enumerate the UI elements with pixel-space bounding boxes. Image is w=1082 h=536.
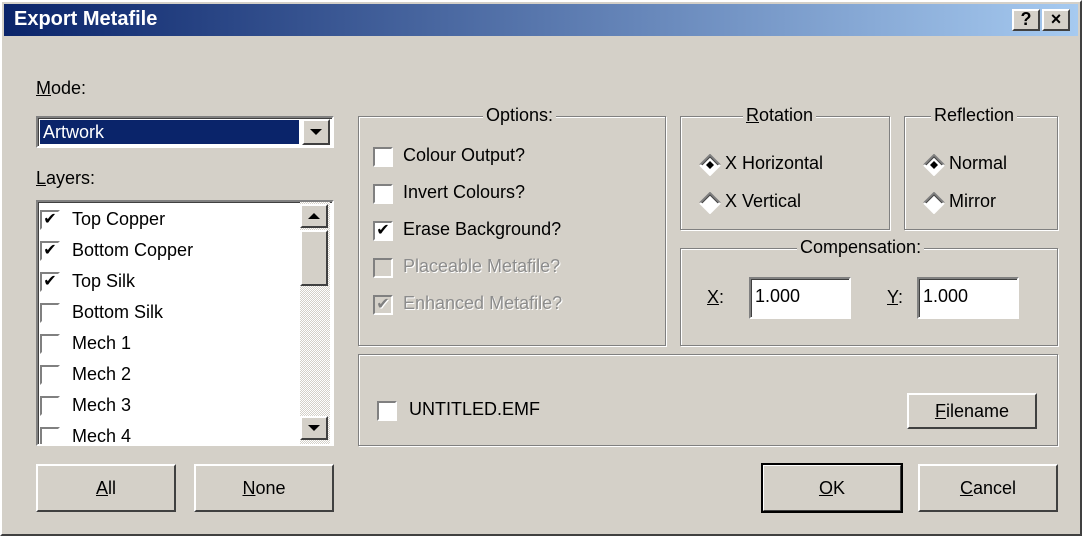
radio-label: X Horizontal bbox=[725, 153, 824, 173]
options-title: Options: bbox=[483, 105, 557, 126]
layer-label: Top Copper bbox=[72, 209, 166, 229]
layers-label: Layers: bbox=[36, 168, 96, 188]
all-button[interactable]: All bbox=[36, 464, 176, 512]
filename-button-label: Filename bbox=[934, 400, 1010, 421]
ok-button[interactable]: OK bbox=[761, 463, 903, 513]
layer-label: Bottom Silk bbox=[72, 302, 164, 322]
x-label: X: bbox=[707, 287, 725, 307]
y-input-value: 1.000 bbox=[923, 286, 969, 306]
cancel-button[interactable]: Cancel bbox=[918, 464, 1058, 512]
radio-button[interactable] bbox=[923, 153, 945, 177]
layer-item[interactable]: Mech 1 bbox=[40, 328, 131, 359]
option-checkbox[interactable]: ✔ bbox=[373, 221, 393, 241]
layer-checkbox[interactable] bbox=[40, 333, 60, 354]
layer-checkbox[interactable]: ✔ bbox=[40, 209, 60, 230]
filename-button[interactable]: Filename bbox=[907, 393, 1037, 429]
radio-label: Normal bbox=[949, 153, 1008, 173]
x-input[interactable]: 1.000 bbox=[749, 277, 851, 319]
layer-item[interactable]: Mech 4 bbox=[40, 421, 131, 444]
option-label: Colour Output? bbox=[403, 145, 526, 165]
option-checkbox[interactable] bbox=[373, 147, 393, 167]
layer-label: Mech 1 bbox=[72, 333, 132, 353]
layer-item[interactable]: ✔ Bottom Copper bbox=[40, 235, 193, 266]
layer-label: Top Silk bbox=[72, 271, 136, 291]
mode-label: Mode: bbox=[36, 78, 87, 98]
option-checkbox bbox=[373, 258, 393, 278]
y-label: Y: bbox=[887, 287, 904, 307]
layer-label: Mech 4 bbox=[72, 426, 132, 444]
mode-selected-value: Artwork bbox=[40, 120, 299, 144]
title-bar[interactable]: Export Metafile ? × bbox=[4, 4, 1078, 36]
scroll-down-button[interactable] bbox=[300, 416, 328, 440]
reflection-group: Reflection Normal Mirror bbox=[904, 105, 1058, 230]
option-checkbox[interactable] bbox=[373, 184, 393, 204]
layer-label: Mech 3 bbox=[72, 395, 132, 415]
layer-checkbox[interactable] bbox=[40, 426, 60, 444]
arrow-down-icon bbox=[308, 425, 320, 431]
layer-checkbox[interactable] bbox=[40, 395, 60, 416]
layer-label: Mech 2 bbox=[72, 364, 132, 384]
layer-checkbox[interactable]: ✔ bbox=[40, 240, 60, 261]
radio-button[interactable] bbox=[699, 191, 721, 215]
none-button[interactable]: None bbox=[194, 464, 334, 512]
radio-button[interactable] bbox=[699, 153, 721, 177]
all-button-label: All bbox=[95, 477, 116, 498]
radio-label: X Vertical bbox=[725, 191, 802, 211]
layer-checkbox[interactable] bbox=[40, 302, 60, 323]
option-label: Erase Background? bbox=[403, 219, 562, 239]
scroll-thumb[interactable] bbox=[300, 230, 328, 286]
help-button[interactable]: ? bbox=[1012, 9, 1040, 31]
layer-checkbox[interactable] bbox=[40, 364, 60, 385]
window-title: Export Metafile bbox=[14, 8, 158, 30]
layer-item[interactable]: Mech 3 bbox=[40, 390, 131, 421]
options-group: Options: Colour Output? Invert Colours? ✔ E… bbox=[358, 105, 666, 346]
layer-label: Bottom Copper bbox=[72, 240, 194, 260]
layer-item[interactable]: Mech 2 bbox=[40, 359, 131, 390]
layer-item[interactable]: ✔ Top Copper bbox=[40, 204, 165, 235]
layers-list: ✔ Top Copper ✔ Bottom Copper ✔ Top Silk Bottom… bbox=[36, 200, 334, 446]
scroll-up-button[interactable] bbox=[300, 204, 328, 228]
layer-checkbox[interactable]: ✔ bbox=[40, 271, 60, 292]
layer-item[interactable]: ✔ Top Silk bbox=[40, 266, 135, 297]
cancel-button-label: Cancel bbox=[959, 477, 1017, 498]
mode-dropdown-button[interactable] bbox=[302, 119, 330, 145]
option-checkbox: ✔ bbox=[373, 295, 393, 315]
file-group: UNTITLED.EMF Filename bbox=[358, 354, 1058, 446]
y-input[interactable]: 1.000 bbox=[917, 277, 1019, 319]
rotation-title: Rotation bbox=[743, 105, 817, 126]
option-label: Invert Colours? bbox=[403, 182, 526, 202]
radio-label: Mirror bbox=[949, 191, 996, 211]
ok-button-label: OK bbox=[818, 477, 846, 498]
rotation-group: Rotation X Horizontal X Vertical bbox=[680, 105, 890, 230]
arrow-up-icon bbox=[308, 213, 320, 219]
radio-button[interactable] bbox=[923, 191, 945, 215]
compensation-group: Compensation: X: 1.000 Y: 1.000 bbox=[680, 237, 1058, 346]
compensation-title: Compensation: bbox=[797, 237, 925, 258]
untitled-emf-checkbox[interactable] bbox=[377, 401, 397, 421]
layer-item[interactable]: Bottom Silk bbox=[40, 297, 163, 328]
chevron-down-icon bbox=[310, 129, 322, 135]
untitled-emf-label: UNTITLED.EMF bbox=[409, 399, 541, 419]
layers-scrollbar[interactable] bbox=[300, 202, 330, 444]
option-label: Enhanced Metafile? bbox=[403, 293, 563, 313]
export-metafile-dialog: Export Metafile ? × Mode: Artwork Layers… bbox=[0, 0, 1082, 536]
option-label: Placeable Metafile? bbox=[403, 256, 561, 276]
mode-dropdown[interactable]: Artwork bbox=[36, 116, 334, 148]
close-button[interactable]: × bbox=[1042, 9, 1070, 31]
x-input-value: 1.000 bbox=[755, 286, 801, 306]
reflection-title: Reflection bbox=[931, 105, 1018, 126]
none-button-label: None bbox=[242, 477, 286, 498]
